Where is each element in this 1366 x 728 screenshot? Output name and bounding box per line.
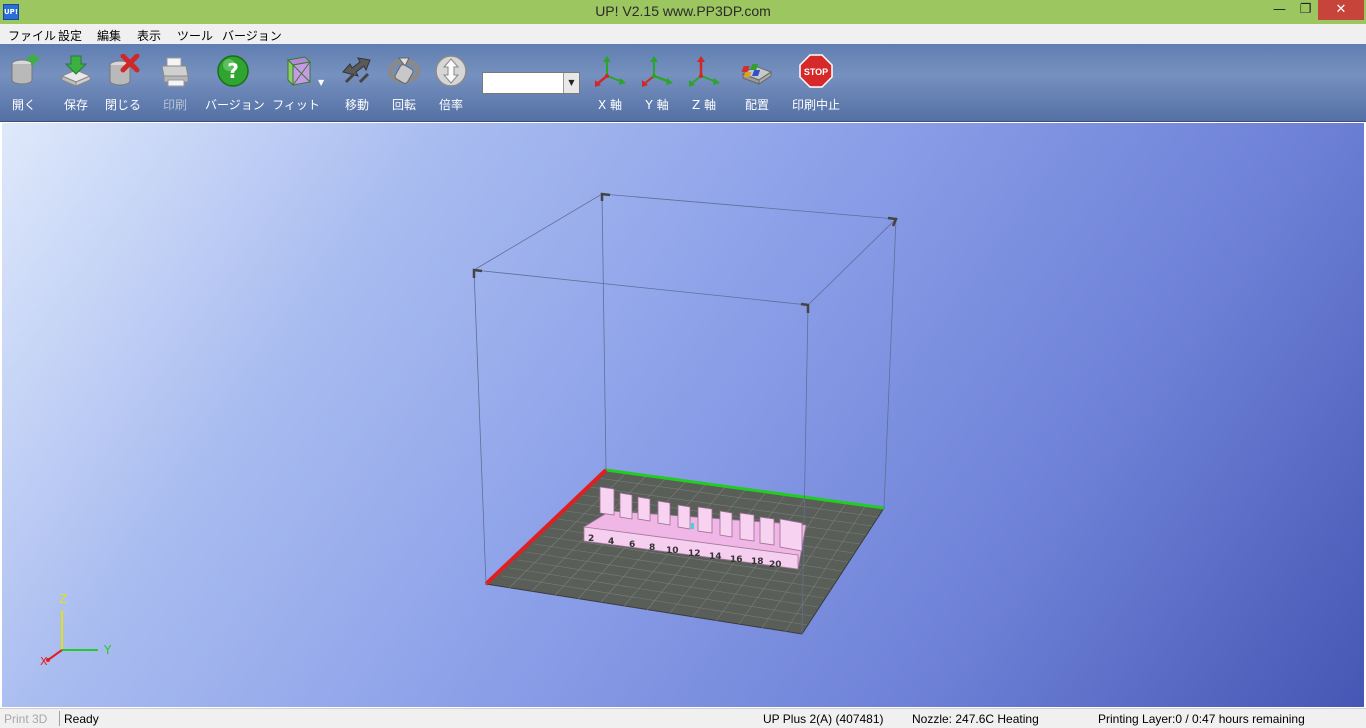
help-icon: ? (217, 55, 249, 87)
printer-icon (161, 57, 189, 87)
model-label-2: 2 (588, 534, 594, 544)
stop-sign-icon: STOP (799, 54, 833, 88)
model-label-6: 6 (629, 540, 635, 550)
model-label-18: 18 (751, 557, 764, 567)
close-button[interactable]: 閉じる (95, 52, 151, 114)
model-label-20: 20 (769, 560, 782, 570)
x-axis-icon (595, 56, 626, 87)
status-progress: Printing Layer:0 / 0:47 hours remaining (1098, 712, 1305, 726)
scale-label: 倍率 (438, 98, 463, 112)
open-label: 開く (11, 98, 36, 112)
z-axis-icon (689, 56, 720, 87)
menu-edit[interactable]: 編集 (97, 27, 121, 44)
version-button[interactable]: ? バージョン (205, 52, 265, 114)
close-label: 閉じる (104, 98, 141, 112)
rotate-icon (387, 57, 421, 84)
close-file-icon (109, 54, 140, 86)
status-nozzle: Nozzle: 247.6C Heating (912, 712, 1039, 726)
model-label-10: 10 (666, 546, 679, 556)
save-icon (60, 55, 92, 87)
chevron-down-icon[interactable]: ▼ (563, 73, 579, 93)
open-button[interactable]: 開く (0, 52, 52, 114)
stop-print-button[interactable]: STOP 印刷中止 (788, 52, 844, 114)
status-state: Ready (64, 712, 99, 726)
arrange-label: 配置 (744, 98, 769, 112)
model-label-14: 14 (709, 552, 722, 562)
stop-sign-text: STOP (804, 67, 828, 77)
scale-combo[interactable]: ▼ (482, 72, 580, 94)
print-label: 印刷 (162, 98, 187, 112)
fit-button[interactable]: フィット (268, 52, 324, 114)
menu-settings[interactable]: 設定 (58, 27, 82, 44)
build-volume-corners (472, 192, 898, 313)
gizmo-z-label: Z (59, 592, 67, 606)
menu-bar: ファイル 設定 編集 表示 ツール バージョン (0, 24, 1366, 44)
svg-text:?: ? (227, 59, 239, 83)
status-separator (59, 711, 60, 726)
open-icon (11, 54, 39, 85)
status-bar: Print 3D Ready UP Plus 2(A) (407481) Noz… (0, 708, 1366, 728)
model-label-16: 16 (730, 555, 743, 565)
print-button[interactable]: 印刷 (147, 52, 203, 114)
fit-cube-icon (286, 56, 312, 87)
z-axis-button[interactable]: Z 軸 (676, 52, 732, 114)
menu-version[interactable]: バージョン (222, 27, 282, 44)
z-axis-label: Z 軸 (691, 98, 717, 112)
stop-print-label: 印刷中止 (791, 98, 840, 112)
model-label-8: 8 (649, 543, 655, 553)
close-window-button[interactable]: ✕ (1318, 0, 1364, 20)
model-label-4: 4 (608, 537, 614, 547)
fit-dropdown-arrow-icon[interactable]: ▼ (318, 78, 324, 87)
scale-button[interactable]: 倍率 (423, 52, 479, 114)
gizmo-y-label: Y (103, 643, 112, 657)
minimize-button[interactable]: — (1266, 0, 1293, 20)
model-label-12: 12 (688, 549, 701, 559)
toolbar: 開く 保存 閉じる 印刷 ? バージョン フィット ▼ 移動 回転 倍率 ▼ X… (0, 44, 1366, 122)
move-arrows-icon (342, 57, 371, 84)
menu-file[interactable]: ファイル (8, 27, 56, 44)
status-printer: UP Plus 2(A) (407481) (763, 712, 884, 726)
status-mode: Print 3D (4, 712, 48, 726)
arrange-blocks-icon (741, 64, 773, 85)
axis-gizmo: Z Y X (40, 592, 112, 668)
version-label: バージョン (205, 98, 265, 112)
menu-view[interactable]: 表示 (137, 27, 161, 44)
menu-tools[interactable]: ツール (177, 27, 213, 44)
restore-button[interactable]: ❐ (1292, 0, 1319, 20)
scene-svg: 2 4 6 8 10 12 14 16 18 20 Z Y X (40, 192, 898, 668)
fit-label: フィット (272, 98, 320, 112)
title-bar: UP! UP! V2.15 www.PP3DP.com — ❐ ✕ (0, 0, 1366, 24)
scale-icon (435, 55, 467, 87)
window-title: UP! V2.15 www.PP3DP.com (595, 3, 771, 19)
y-axis-icon (642, 56, 673, 87)
arrange-button[interactable]: 配置 (729, 52, 785, 114)
gizmo-x-label: X (40, 655, 48, 668)
3d-viewport[interactable]: 2 4 6 8 10 12 14 16 18 20 Z Y X (2, 123, 1364, 707)
